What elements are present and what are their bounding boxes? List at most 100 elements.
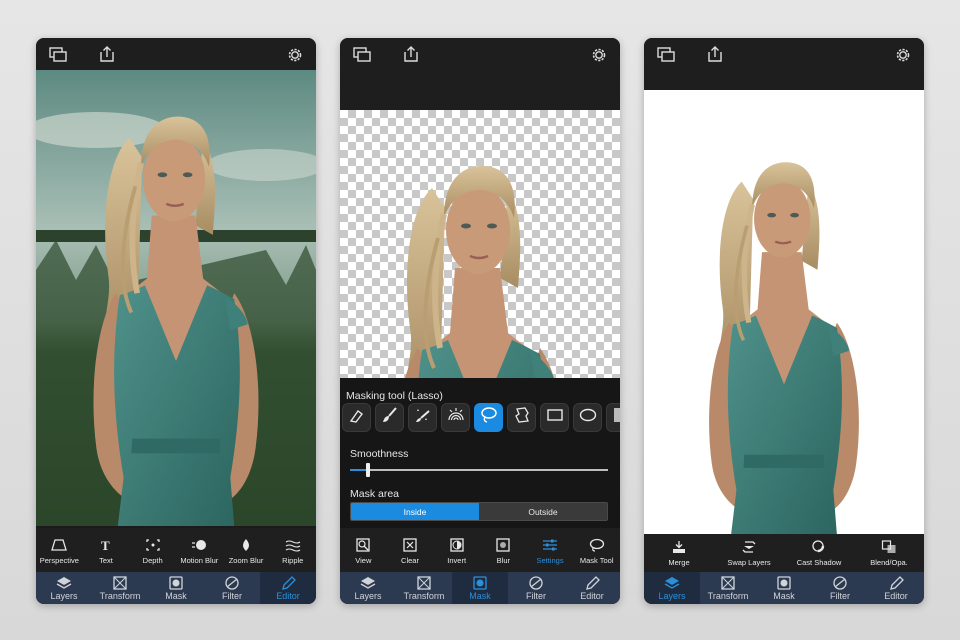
view-tool-button[interactable]: View bbox=[340, 537, 387, 565]
depth-tool-button[interactable]: Depth bbox=[129, 537, 176, 565]
nav-tab-filter[interactable]: Filter bbox=[508, 572, 564, 604]
mask-tool-tool-button[interactable]: Mask Tool bbox=[573, 537, 620, 565]
nav-tab-transform[interactable]: Transform bbox=[92, 572, 148, 604]
text-tool-button[interactable]: T Text bbox=[83, 537, 130, 565]
zoom-blur-tool-button[interactable]: Zoom Blur bbox=[223, 537, 270, 565]
nav-tab-editor[interactable]: Editor bbox=[260, 572, 316, 604]
depth-tool-label: Depth bbox=[142, 555, 163, 565]
nav-tab-transform[interactable]: Transform bbox=[700, 572, 756, 604]
settings-tool-button[interactable]: Settings bbox=[527, 537, 574, 565]
merge-tool-button[interactable]: Merge bbox=[653, 539, 705, 567]
swap-layers-tool-label: Swap Layers bbox=[727, 558, 771, 567]
swap-layers-tool-button[interactable]: Swap Layers bbox=[723, 539, 775, 567]
slider-thumb[interactable] bbox=[366, 463, 371, 477]
layers-stack-icon[interactable] bbox=[49, 46, 67, 62]
top-bar bbox=[644, 38, 924, 70]
clear-tool-label: Clear bbox=[401, 555, 419, 565]
mask-tool-icon bbox=[588, 537, 606, 553]
canvas-padding bbox=[340, 70, 620, 110]
view-icon bbox=[354, 537, 372, 553]
filter-tools-row: Perspective T Text Depth Motion Blur Zoom Blu… bbox=[36, 528, 316, 573]
filter-icon bbox=[832, 575, 848, 590]
nav-tab-layers[interactable]: Layers bbox=[340, 572, 396, 604]
eraser-brush-button[interactable] bbox=[342, 403, 371, 432]
gear-icon[interactable] bbox=[286, 46, 304, 62]
layers-stack-icon[interactable] bbox=[657, 46, 675, 62]
mask-canvas[interactable] bbox=[340, 110, 620, 378]
nav-tab-layers[interactable]: Layers bbox=[36, 572, 92, 604]
phone-layers-screen: Merge Swap Layers Cast Shadow Blend/Opa. La… bbox=[644, 38, 924, 604]
ripple-tool-button[interactable]: Ripple bbox=[269, 537, 316, 565]
woman-on-white bbox=[644, 120, 924, 534]
clear-tool-button[interactable]: Clear bbox=[387, 537, 434, 565]
blend-opa-tool-button[interactable]: Blend/Opa. bbox=[863, 539, 915, 567]
blur-tool-button[interactable]: Blur bbox=[480, 537, 527, 565]
brush-brush-button[interactable] bbox=[375, 403, 404, 432]
depth-icon bbox=[144, 537, 162, 553]
invert-tool-button[interactable]: Invert bbox=[433, 537, 480, 565]
rainbow-brush-button[interactable] bbox=[441, 403, 470, 432]
layers-stack-icon[interactable] bbox=[353, 46, 371, 62]
bottom-nav: Layers Transform Mask Filter Editor bbox=[340, 572, 620, 604]
text-icon: T bbox=[97, 537, 115, 553]
layer-tools-row: Merge Swap Layers Cast Shadow Blend/Opa. bbox=[644, 534, 924, 572]
layers-icon bbox=[664, 576, 680, 590]
nav-tab-filter[interactable]: Filter bbox=[204, 572, 260, 604]
gear-icon[interactable] bbox=[894, 46, 912, 62]
merge-icon bbox=[670, 539, 688, 555]
motion-blur-tool-button[interactable]: Motion Blur bbox=[176, 537, 223, 565]
mask-tools-row: View Clear Invert Blur Settings Mask Tool bbox=[340, 528, 620, 573]
brush-selector bbox=[340, 403, 620, 437]
mask-area-label: Mask area bbox=[350, 488, 400, 500]
perspective-tool-button[interactable]: Perspective bbox=[36, 537, 83, 565]
share-icon[interactable] bbox=[706, 46, 724, 62]
mask-tool-tool-label: Mask Tool bbox=[579, 555, 614, 565]
mask-area-toggle: Inside Outside bbox=[350, 502, 608, 521]
top-bar bbox=[340, 38, 620, 70]
gear-icon[interactable] bbox=[590, 46, 608, 62]
top-bar bbox=[36, 38, 316, 70]
svg-text:T: T bbox=[101, 538, 110, 552]
freeform-brush-button[interactable] bbox=[507, 403, 536, 432]
layers-canvas[interactable] bbox=[644, 90, 924, 534]
nav-tab-layers[interactable]: Layers bbox=[644, 572, 700, 604]
magic-brush-brush-button[interactable] bbox=[408, 403, 437, 432]
nav-tab-filter[interactable]: Filter bbox=[812, 572, 868, 604]
nav-tab-editor[interactable]: Editor bbox=[564, 572, 620, 604]
rectangle-icon bbox=[546, 406, 564, 429]
share-icon[interactable] bbox=[402, 46, 420, 62]
smoothness-label: Smoothness bbox=[350, 448, 409, 460]
rectangle-brush-button[interactable] bbox=[540, 403, 569, 432]
cast-shadow-tool-label: Cast Shadow bbox=[796, 558, 842, 567]
mask-area-outside-option[interactable]: Outside bbox=[479, 503, 607, 520]
share-icon[interactable] bbox=[98, 46, 116, 62]
cast-shadow-tool-button[interactable]: Cast Shadow bbox=[793, 539, 845, 567]
filter-icon bbox=[224, 575, 240, 590]
mask-icon bbox=[472, 575, 488, 590]
mask-icon bbox=[168, 575, 184, 590]
nav-tab-mask[interactable]: Mask bbox=[756, 572, 812, 604]
nav-tab-mask[interactable]: Mask bbox=[148, 572, 204, 604]
gradient-brush-button[interactable] bbox=[606, 403, 620, 432]
text-tool-label: Text bbox=[99, 555, 113, 565]
settings-sliders-icon bbox=[541, 537, 559, 553]
nav-tab-transform[interactable]: Transform bbox=[396, 572, 452, 604]
nav-tab-editor[interactable]: Editor bbox=[868, 572, 924, 604]
layers-icon bbox=[360, 576, 376, 590]
transform-icon bbox=[720, 575, 736, 590]
photo-canvas[interactable] bbox=[36, 70, 316, 526]
rainbow-icon bbox=[447, 406, 465, 429]
mask-area-inside-option[interactable]: Inside bbox=[351, 503, 479, 520]
mask-icon bbox=[776, 575, 792, 590]
nav-tab-mask[interactable]: Mask bbox=[452, 572, 508, 604]
lasso-brush-button[interactable] bbox=[474, 403, 503, 432]
smoothness-slider[interactable] bbox=[350, 463, 608, 477]
ellipse-brush-button[interactable] bbox=[573, 403, 602, 432]
view-tool-label: View bbox=[355, 555, 372, 565]
canvas-padding bbox=[644, 70, 924, 90]
editor-icon bbox=[888, 575, 904, 590]
masking-tool-title: Masking tool (Lasso) bbox=[346, 390, 443, 402]
nav-tab-label: Filter bbox=[830, 590, 850, 601]
nav-tab-label: Layers bbox=[50, 590, 78, 601]
magic-brush-icon bbox=[414, 406, 432, 429]
